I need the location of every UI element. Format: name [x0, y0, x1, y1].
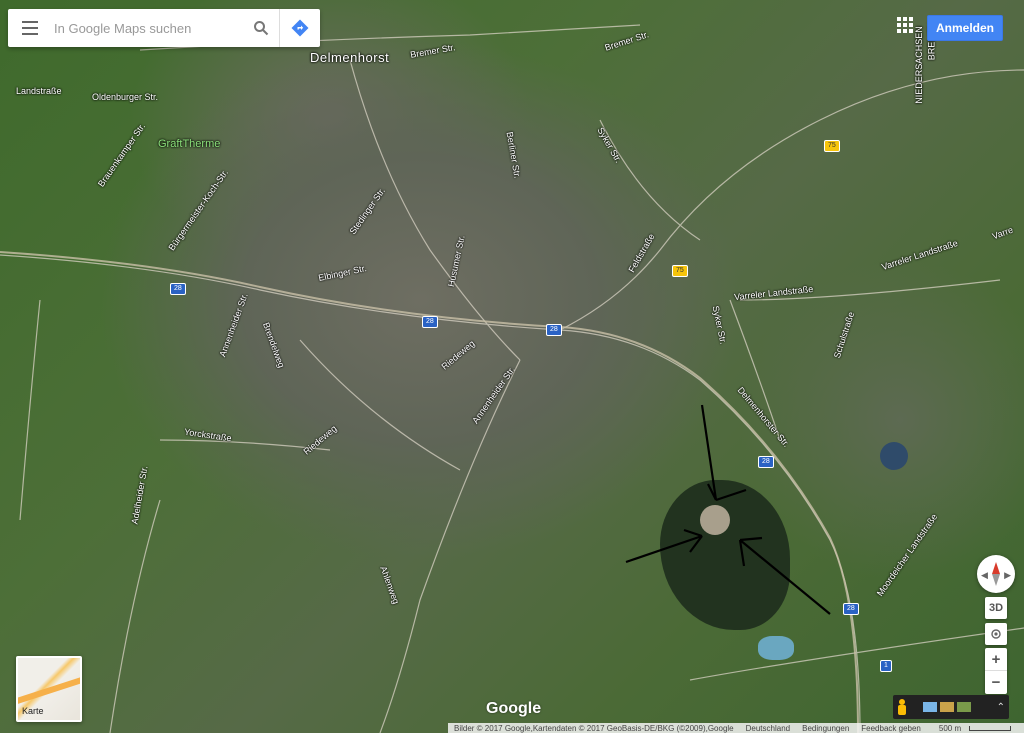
- apps-grid-icon[interactable]: [897, 17, 913, 33]
- country-link[interactable]: Deutschland: [740, 724, 796, 733]
- route-shield: 28: [546, 324, 562, 336]
- imagery-thumb[interactable]: [923, 702, 937, 712]
- copyright-text: Bilder © 2017 Google,Kartendaten © 2017 …: [454, 723, 734, 733]
- sign-in-button[interactable]: Anmelden: [927, 15, 1003, 41]
- rotate-left-icon[interactable]: ◀: [981, 570, 988, 581]
- google-logo: Google: [486, 700, 542, 717]
- route-shield: 28: [843, 603, 859, 615]
- highway-shield: 75: [672, 265, 688, 277]
- feedback-link[interactable]: Feedback geben: [855, 724, 927, 733]
- zoom-in-button[interactable]: +: [985, 648, 1007, 670]
- expand-icon[interactable]: ⌃: [997, 702, 1005, 713]
- map-label-street: Landstraße: [16, 86, 62, 96]
- zoom-out-button[interactable]: −: [985, 671, 1007, 693]
- search-input[interactable]: [52, 19, 243, 37]
- highway-shield: 75: [824, 140, 840, 152]
- search-box: [8, 9, 320, 47]
- route-shield: 28: [422, 316, 438, 328]
- zoom-control: + −: [985, 648, 1007, 694]
- route-shield: 1: [880, 660, 892, 672]
- satellite-map[interactable]: Delmenhorst Bremer Str. Bremer Str. Olde…: [0, 0, 1024, 733]
- hamburger-icon[interactable]: [8, 9, 52, 47]
- imagery-thumb[interactable]: [940, 702, 954, 712]
- map-label-city: Delmenhorst: [310, 50, 390, 65]
- scale-label[interactable]: 500 m: [927, 724, 1017, 733]
- attribution-footer: Bilder © 2017 Google,Kartendaten © 2017 …: [448, 723, 1024, 733]
- map-type-toggle[interactable]: Karte: [16, 656, 82, 722]
- route-shield: 28: [170, 283, 186, 295]
- map-label-poi[interactable]: GraftTherme: [158, 138, 220, 150]
- pegman-icon[interactable]: [897, 699, 907, 715]
- imagery-thumb[interactable]: [957, 702, 971, 712]
- my-location-button[interactable]: [985, 623, 1007, 645]
- search-icon[interactable]: [243, 9, 279, 47]
- directions-icon[interactable]: [279, 9, 320, 47]
- 3d-button[interactable]: 3D: [985, 597, 1007, 619]
- compass-icon[interactable]: ◀ ▶: [977, 555, 1015, 593]
- rotate-right-icon[interactable]: ▶: [1004, 570, 1011, 581]
- location-icon: [991, 629, 1001, 639]
- map-label-street: Oldenburger Str.: [92, 92, 159, 102]
- scale-bar: [969, 725, 1012, 731]
- annotation-arrows: [625, 404, 831, 615]
- map-label-region: NIEDERSACHSEN: [913, 26, 924, 104]
- map-type-label: Karte: [22, 706, 44, 716]
- terms-link[interactable]: Bedingungen: [796, 724, 855, 733]
- imagery-tray: ⌃: [893, 695, 1009, 719]
- route-shield: 28: [758, 456, 774, 468]
